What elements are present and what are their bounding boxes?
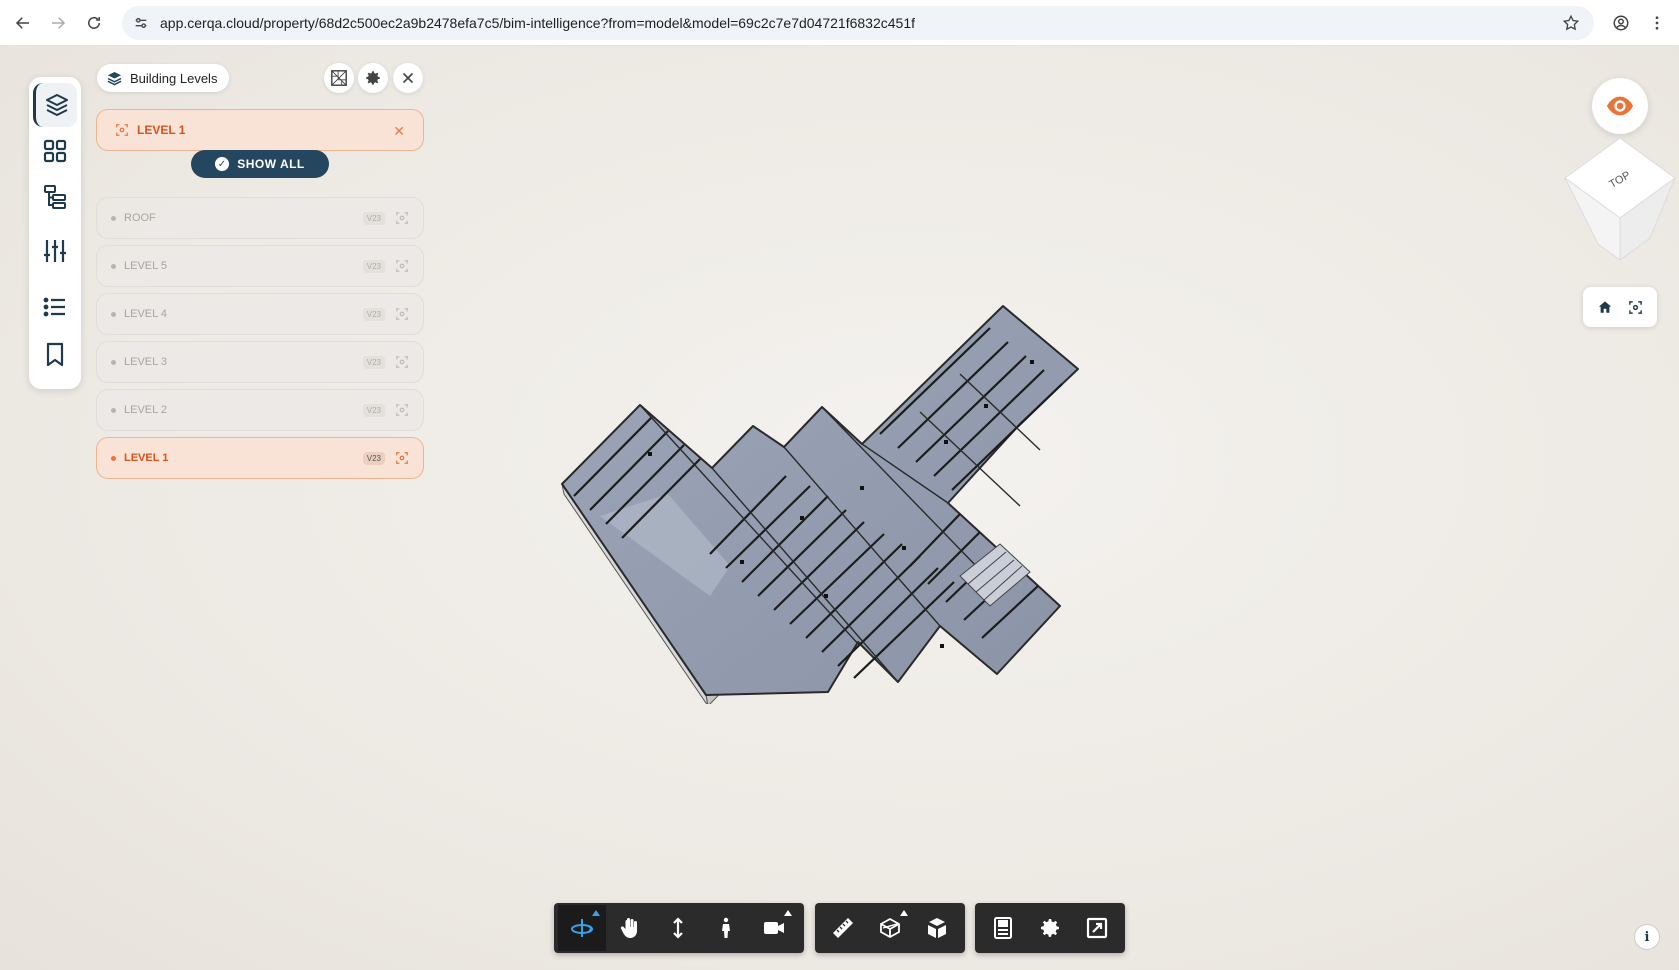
level-dot (111, 215, 116, 221)
address-bar[interactable]: app.cerqa.cloud/property/68d2c500ec2a9b2… (122, 6, 1594, 40)
level-dot (111, 359, 116, 365)
view-toolbar (975, 903, 1125, 953)
focus-icon[interactable] (395, 403, 409, 417)
building-model[interactable] (560, 254, 1160, 704)
list-icon[interactable] (33, 285, 77, 329)
level-name: LEVEL 1 (124, 452, 169, 464)
reload-icon[interactable] (79, 8, 109, 38)
walk-icon[interactable] (702, 905, 750, 951)
view-controls (1583, 287, 1657, 327)
version-badge: V23 (362, 308, 385, 321)
section-icon[interactable] (866, 905, 913, 951)
focus-icon[interactable] (395, 307, 409, 321)
level-name: ROOF (124, 212, 156, 224)
focus-icon[interactable] (395, 451, 409, 465)
level-row-level-4[interactable]: LEVEL 4 V23 (96, 293, 424, 335)
close-icon[interactable] (393, 63, 423, 93)
show-all-button[interactable]: ✓ SHOW ALL (191, 150, 329, 178)
level-name: LEVEL 3 (124, 356, 168, 368)
left-tool-rail (29, 77, 81, 389)
url-text[interactable]: app.cerqa.cloud/property/68d2c500ec2a9b2… (160, 15, 915, 31)
level-name: LEVEL 4 (124, 308, 168, 320)
home-icon[interactable] (1592, 294, 1618, 320)
level-row-level-3[interactable]: LEVEL 3 V23 (96, 341, 424, 383)
site-settings-icon[interactable] (126, 8, 156, 38)
camera-icon[interactable] (750, 905, 798, 951)
zoom-icon[interactable] (654, 905, 702, 951)
level-dot (111, 407, 116, 413)
orbit-icon[interactable] (558, 905, 606, 951)
hierarchy-icon[interactable] (33, 175, 77, 219)
fit-view-icon[interactable] (1623, 294, 1649, 320)
show-all-label: SHOW ALL (237, 157, 305, 171)
floorplan-icon[interactable] (324, 63, 354, 93)
properties-icon[interactable] (979, 905, 1026, 951)
level-dot (111, 455, 116, 461)
selected-level-label: LEVEL 1 (137, 123, 186, 137)
grid-icon[interactable] (33, 129, 77, 173)
focus-icon[interactable] (395, 211, 409, 225)
level-name: LEVEL 2 (124, 404, 168, 416)
fullscreen-icon[interactable] (1074, 905, 1121, 951)
layers-icon[interactable] (33, 83, 77, 127)
gear-icon[interactable] (358, 63, 388, 93)
bookmark-star-icon[interactable] (1558, 10, 1584, 36)
focus-icon[interactable] (395, 259, 409, 273)
version-badge: V23 (362, 212, 385, 225)
forward-arrow-icon[interactable] (43, 8, 73, 38)
level-dot (111, 263, 116, 269)
view-cube[interactable]: TOP (1560, 138, 1679, 260)
profile-icon[interactable] (1606, 8, 1636, 38)
selected-level-chip[interactable]: LEVEL 1 ✕ (96, 109, 424, 151)
info-icon[interactable]: i (1634, 924, 1660, 950)
eye-icon (1606, 96, 1634, 116)
settings-icon[interactable] (1026, 905, 1073, 951)
level-name: LEVEL 5 (124, 260, 168, 272)
version-badge: V23 (362, 260, 385, 273)
level-row-roof[interactable]: ROOF V23 (96, 197, 424, 239)
back-arrow-icon[interactable] (8, 8, 38, 38)
building-levels-header: Building Levels (97, 64, 230, 92)
version-badge: V23 (362, 404, 385, 417)
version-badge: V23 (362, 356, 385, 369)
level-row-level-5[interactable]: LEVEL 5 V23 (96, 245, 424, 287)
sliders-icon[interactable] (33, 229, 77, 273)
panel-title: Building Levels (130, 70, 218, 86)
more-menu-icon[interactable] (1642, 8, 1672, 38)
browser-toolbar: app.cerqa.cloud/property/68d2c500ec2a9b2… (0, 0, 1679, 46)
bim-viewport[interactable]: Building Levels LEVEL 1 ✕ ✓ SHOW ALL ROO… (0, 46, 1679, 970)
clear-selection-icon[interactable]: ✕ (393, 123, 405, 140)
level-row-level-2[interactable]: LEVEL 2 V23 (96, 389, 424, 431)
check-icon: ✓ (215, 157, 230, 171)
navigation-toolbar (554, 903, 804, 953)
tools-toolbar (815, 903, 965, 953)
visibility-eye-button[interactable] (1592, 78, 1648, 134)
level-row-level-1[interactable]: LEVEL 1 V23 (96, 437, 424, 479)
focus-icon (116, 124, 128, 136)
explode-icon[interactable] (914, 905, 961, 951)
level-dot (111, 311, 116, 317)
pan-icon[interactable] (606, 905, 654, 951)
focus-icon[interactable] (395, 355, 409, 369)
measure-icon[interactable] (819, 905, 866, 951)
layers-small-icon (107, 71, 122, 85)
version-badge: V23 (362, 452, 385, 465)
bookmark-icon[interactable] (33, 332, 77, 376)
